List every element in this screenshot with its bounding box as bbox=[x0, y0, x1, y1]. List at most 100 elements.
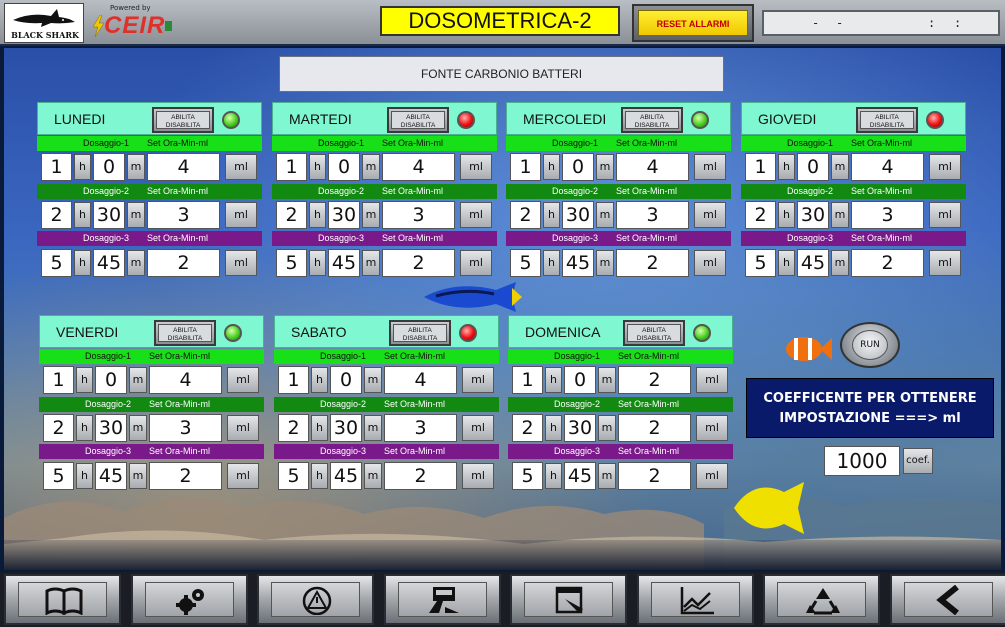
hour-input[interactable]: 5 bbox=[278, 462, 309, 490]
enable-disable-button[interactable]: ABILITA DISABILITA bbox=[856, 107, 918, 133]
ml-unit: ml bbox=[460, 154, 492, 180]
ml-input[interactable]: 4 bbox=[149, 366, 222, 394]
minute-input[interactable]: 45 bbox=[797, 249, 829, 277]
hour-input[interactable]: 2 bbox=[512, 414, 543, 442]
hour-unit: h bbox=[309, 202, 326, 228]
hour-input[interactable]: 2 bbox=[510, 201, 541, 229]
date-part-1: - bbox=[812, 16, 820, 30]
dose-set-label: Set Ora-Min-ml bbox=[147, 233, 209, 243]
hour-input[interactable]: 2 bbox=[41, 201, 72, 229]
ml-input[interactable]: 3 bbox=[382, 201, 455, 229]
hour-input[interactable]: 5 bbox=[510, 249, 541, 277]
enable-disable-button[interactable]: ABILITA DISABILITA bbox=[387, 107, 449, 133]
nav-button-back-arrow[interactable] bbox=[889, 574, 1005, 625]
ml-input[interactable]: 2 bbox=[618, 462, 691, 490]
hour-input[interactable]: 1 bbox=[512, 366, 543, 394]
ceir-mark-icon bbox=[165, 21, 172, 31]
hour-input[interactable]: 1 bbox=[276, 153, 307, 181]
nav-button-dosing-pump[interactable] bbox=[383, 574, 501, 625]
enable-disable-button[interactable]: ABILITA DISABILITA bbox=[154, 320, 216, 346]
nav-button-book[interactable] bbox=[4, 574, 121, 625]
minute-input[interactable]: 0 bbox=[564, 366, 596, 394]
ml-input[interactable]: 4 bbox=[851, 153, 924, 181]
minute-input[interactable]: 0 bbox=[328, 153, 360, 181]
minute-unit: m bbox=[364, 367, 382, 393]
minute-input[interactable]: 30 bbox=[93, 201, 125, 229]
minute-input[interactable]: 30 bbox=[562, 201, 594, 229]
minute-input[interactable]: 30 bbox=[95, 414, 127, 442]
hour-input[interactable]: 1 bbox=[278, 366, 309, 394]
enable-disable-button[interactable]: ABILITA DISABILITA bbox=[621, 107, 683, 133]
hour-input[interactable]: 1 bbox=[745, 153, 776, 181]
hour-input[interactable]: 5 bbox=[745, 249, 776, 277]
ml-input[interactable]: 3 bbox=[851, 201, 924, 229]
enable-disable-button[interactable]: ABILITA DISABILITA bbox=[623, 320, 685, 346]
hour-input[interactable]: 5 bbox=[43, 462, 74, 490]
day-name: MERCOLEDI bbox=[523, 111, 607, 127]
enable-disable-button[interactable]: ABILITA DISABILITA bbox=[152, 107, 214, 133]
ml-input[interactable]: 4 bbox=[147, 153, 220, 181]
hour-input[interactable]: 2 bbox=[43, 414, 74, 442]
minute-input[interactable]: 45 bbox=[328, 249, 360, 277]
ml-input[interactable]: 2 bbox=[384, 462, 457, 490]
ml-input[interactable]: 3 bbox=[149, 414, 222, 442]
dose-set-label: Set Ora-Min-ml bbox=[618, 446, 680, 456]
minute-input[interactable]: 45 bbox=[562, 249, 594, 277]
ml-input[interactable]: 3 bbox=[147, 201, 220, 229]
ml-input[interactable]: 3 bbox=[384, 414, 457, 442]
hour-input[interactable]: 1 bbox=[43, 366, 74, 394]
dose-name: Dosaggio-1 bbox=[554, 351, 601, 361]
hour-input[interactable]: 2 bbox=[276, 201, 307, 229]
minute-input[interactable]: 0 bbox=[93, 153, 125, 181]
hour-input[interactable]: 1 bbox=[510, 153, 541, 181]
minute-input[interactable]: 45 bbox=[93, 249, 125, 277]
ml-input[interactable]: 2 bbox=[147, 249, 220, 277]
minute-input[interactable]: 0 bbox=[562, 153, 594, 181]
minute-input[interactable]: 30 bbox=[328, 201, 360, 229]
minute-unit: m bbox=[362, 202, 380, 228]
nav-button-alarm-warning[interactable] bbox=[257, 574, 374, 625]
dose-name: Dosaggio-2 bbox=[83, 186, 130, 196]
hour-input[interactable]: 5 bbox=[41, 249, 72, 277]
ml-input[interactable]: 3 bbox=[616, 201, 689, 229]
ml-input[interactable]: 2 bbox=[616, 249, 689, 277]
enable-disable-button[interactable]: ABILITA DISABILITA bbox=[389, 320, 451, 346]
enable-disable-label: ABILITA DISABILITA bbox=[625, 111, 679, 129]
run-button[interactable]: RUN bbox=[840, 322, 900, 368]
nav-button-chart-trend[interactable] bbox=[636, 574, 754, 625]
hour-input[interactable]: 1 bbox=[41, 153, 72, 181]
minute-input[interactable]: 45 bbox=[330, 462, 362, 490]
minute-input[interactable]: 45 bbox=[95, 462, 127, 490]
ml-input[interactable]: 4 bbox=[382, 153, 455, 181]
minute-unit: m bbox=[364, 415, 382, 441]
hour-input[interactable]: 5 bbox=[276, 249, 307, 277]
minute-input[interactable]: 30 bbox=[330, 414, 362, 442]
minute-input[interactable]: 0 bbox=[797, 153, 829, 181]
minute-input[interactable]: 0 bbox=[330, 366, 362, 394]
dose-set-label: Set Ora-Min-ml bbox=[618, 399, 680, 409]
ml-input[interactable]: 2 bbox=[149, 462, 222, 490]
nav-button-recycle[interactable] bbox=[763, 574, 880, 625]
reset-alarms-button[interactable]: RESET ALLARMI bbox=[632, 4, 754, 42]
ml-input[interactable]: 4 bbox=[616, 153, 689, 181]
minute-input[interactable]: 30 bbox=[564, 414, 596, 442]
hour-input[interactable]: 2 bbox=[745, 201, 776, 229]
hour-input[interactable]: 5 bbox=[512, 462, 543, 490]
ml-input[interactable]: 4 bbox=[384, 366, 457, 394]
ml-input[interactable]: 2 bbox=[382, 249, 455, 277]
coefficient-input[interactable]: 1000 bbox=[824, 446, 900, 476]
nav-button-gears[interactable] bbox=[130, 574, 248, 625]
minute-input[interactable]: 45 bbox=[564, 462, 596, 490]
ml-input[interactable]: 2 bbox=[851, 249, 924, 277]
ml-input[interactable]: 2 bbox=[618, 414, 691, 442]
minute-input[interactable]: 30 bbox=[797, 201, 829, 229]
minute-unit: m bbox=[831, 202, 849, 228]
nav-button-document-edit[interactable] bbox=[510, 574, 627, 625]
ml-input[interactable]: 2 bbox=[618, 366, 691, 394]
minute-input[interactable]: 0 bbox=[95, 366, 127, 394]
lightning-icon bbox=[92, 15, 105, 37]
dosing-pump-icon bbox=[428, 587, 459, 613]
dose-set-label: Set Ora-Min-ml bbox=[616, 233, 678, 243]
hour-input[interactable]: 2 bbox=[278, 414, 309, 442]
day-card-domenica: DOMENICA ABILITA DISABILITA Dosaggio-1 Se… bbox=[508, 315, 733, 497]
